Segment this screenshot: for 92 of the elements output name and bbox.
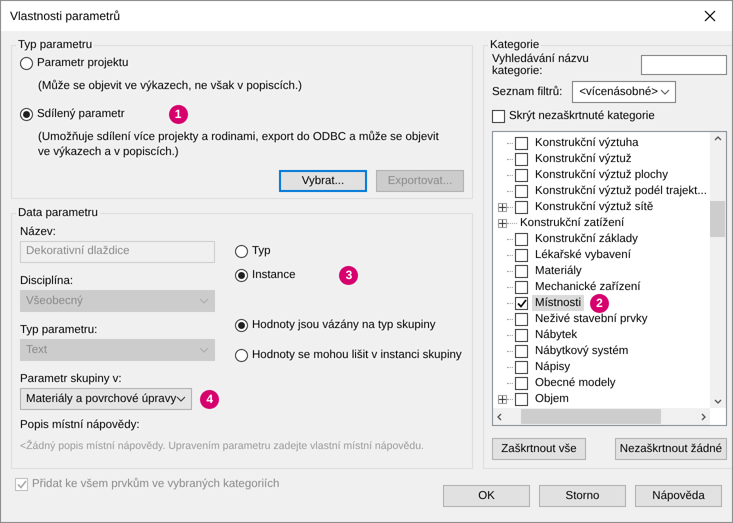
chevron-down-icon — [199, 347, 209, 353]
checkmark-icon — [516, 298, 526, 308]
tree-item[interactable]: Konstrukční základy — [532, 231, 641, 247]
checkbox[interactable] — [515, 232, 528, 246]
chevron-down-icon — [199, 298, 209, 304]
help-text: <Žádný popis místní nápovědy. Upravením parametru zadejte vlastní místní nápovědu. — [20, 440, 425, 452]
field-label: Vyhledávání názvu kategorie: — [492, 53, 590, 77]
radio-button[interactable] — [235, 244, 248, 258]
checkbox[interactable] — [492, 110, 505, 122]
radio-button[interactable] — [20, 56, 33, 70]
field-label: Název: — [20, 225, 57, 240]
radio-option[interactable]: Typ — [235, 241, 462, 261]
tree-item[interactable]: Neživé stavební prvky — [532, 311, 650, 327]
dialog-button[interactable]: Zaškrtnout vše — [492, 438, 586, 460]
number-badge: 2 — [590, 294, 610, 312]
group-title: Kategorie — [489, 39, 540, 51]
expand-icon[interactable] — [498, 218, 507, 228]
checkbox[interactable] — [515, 264, 528, 278]
chevron-down-icon — [660, 89, 670, 95]
tree-item[interactable]: Konstrukční výztuha — [532, 135, 642, 151]
checkbox-option[interactable]: Skrýt nezaškrtnuté kategorie — [492, 107, 727, 125]
chevron-left-icon — [497, 412, 502, 420]
number-badge: 1 — [168, 104, 188, 124]
number-badge: 3 — [339, 266, 358, 284]
vertical-scrollbar[interactable] — [710, 132, 726, 408]
radio-option[interactable]: Hodnoty jsou vázány na typ skupiny — [235, 315, 462, 335]
chevron-right-icon — [700, 412, 706, 420]
checkmark-icon — [16, 480, 26, 488]
dialog-button[interactable]: Nezaškrtnout žádné — [614, 438, 727, 460]
tree-item[interactable]: Konstrukční výztuž podél trajekt... — [532, 183, 710, 199]
checkbox[interactable] — [515, 344, 528, 358]
field-label: Disciplína: — [20, 274, 74, 289]
scrollbar-thumb[interactable] — [710, 201, 726, 237]
chevron-down-icon — [176, 396, 186, 402]
field-label: Typ parametru: — [20, 323, 98, 338]
expand-icon[interactable] — [498, 394, 507, 404]
radio-option[interactable]: Parametr projektu — [20, 53, 464, 73]
radio-button[interactable] — [235, 348, 248, 362]
radio-button[interactable] — [235, 268, 248, 282]
checkbox[interactable] — [515, 280, 528, 294]
checkbox[interactable] — [515, 328, 528, 342]
checkbox[interactable] — [515, 184, 528, 198]
close-icon — [704, 10, 716, 22]
option-description: (Může se objevit ve výkazech, ne však v popiscích.) — [37, 79, 303, 94]
dropdown[interactable]: Materiály a povrchové úpravy — [20, 388, 192, 410]
search-field[interactable] — [640, 55, 727, 75]
tree-item[interactable]: Nábytkový systém — [532, 343, 632, 359]
tree-item[interactable]: Lékařské vybavení — [532, 247, 634, 263]
tree-item[interactable]: Objem — [532, 391, 572, 407]
dialog-button[interactable]: Vybrat... — [279, 170, 367, 192]
checkbox[interactable] — [515, 136, 528, 150]
group-title: Typ parametru — [17, 39, 94, 51]
tree-item[interactable]: Místnosti — [532, 295, 584, 311]
scrollbar-thumb[interactable] — [521, 409, 662, 424]
checkbox[interactable] — [515, 168, 528, 182]
tree-item[interactable]: Konstrukční výztuž — [532, 151, 635, 167]
radio-option[interactable]: Instance 3 — [235, 265, 462, 285]
chevron-up-icon — [714, 136, 722, 141]
checkbox[interactable] — [515, 360, 528, 374]
tree-item[interactable]: Nábytek — [532, 327, 580, 343]
window-title: Vlastnosti parametrů — [10, 9, 120, 23]
checkbox[interactable] — [515, 200, 528, 214]
tree-item[interactable]: Konstrukční zatížení — [517, 215, 628, 231]
tree-item[interactable]: Materiály — [532, 263, 585, 279]
number-badge: 4 — [200, 390, 220, 408]
tree-item[interactable]: Konstrukční výztuž plochy — [532, 167, 671, 183]
dropdown[interactable]: <vícenásobné> — [572, 81, 676, 103]
dialog-button[interactable]: Nápověda — [635, 485, 722, 507]
horizontal-scrollbar[interactable] — [493, 408, 710, 425]
checkbox[interactable] — [515, 392, 528, 406]
checkbox[interactable] — [515, 152, 528, 166]
checkbox[interactable] — [515, 296, 528, 310]
field-label: Parametr skupiny v: — [20, 372, 123, 387]
field-label: Popis místní nápovědy: — [20, 419, 140, 431]
radio-option[interactable]: Sdílený parametr 1 — [20, 104, 464, 124]
checkbox[interactable] — [515, 248, 528, 262]
tree-item[interactable]: Mechanické zařízení — [532, 279, 644, 295]
group-title: Data parametru — [17, 207, 99, 219]
tree-item[interactable]: Obecné modely — [532, 375, 619, 391]
dialog-button[interactable]: OK — [443, 485, 530, 507]
option-description: (Umožňuje sdílení více projekty a rodinami, export do ODBC a může se objevit ve výkazech a v popiscích.) — [37, 130, 440, 160]
radio-button[interactable] — [235, 318, 248, 332]
radio-button[interactable] — [20, 108, 33, 120]
tree-item[interactable]: Konstrukční výztuž sítě — [532, 199, 656, 215]
dialog-button[interactable]: Storno — [539, 485, 626, 507]
expand-icon[interactable] — [498, 202, 507, 212]
chevron-down-icon — [714, 399, 722, 404]
checkbox[interactable] — [515, 376, 528, 390]
checkbox[interactable] — [515, 312, 528, 326]
tree-item[interactable]: Nápisy — [532, 359, 574, 375]
field-label: Seznam filtrů: — [492, 86, 562, 98]
radio-option[interactable]: Hodnoty se mohou lišit v instanci skupiny — [235, 345, 462, 365]
